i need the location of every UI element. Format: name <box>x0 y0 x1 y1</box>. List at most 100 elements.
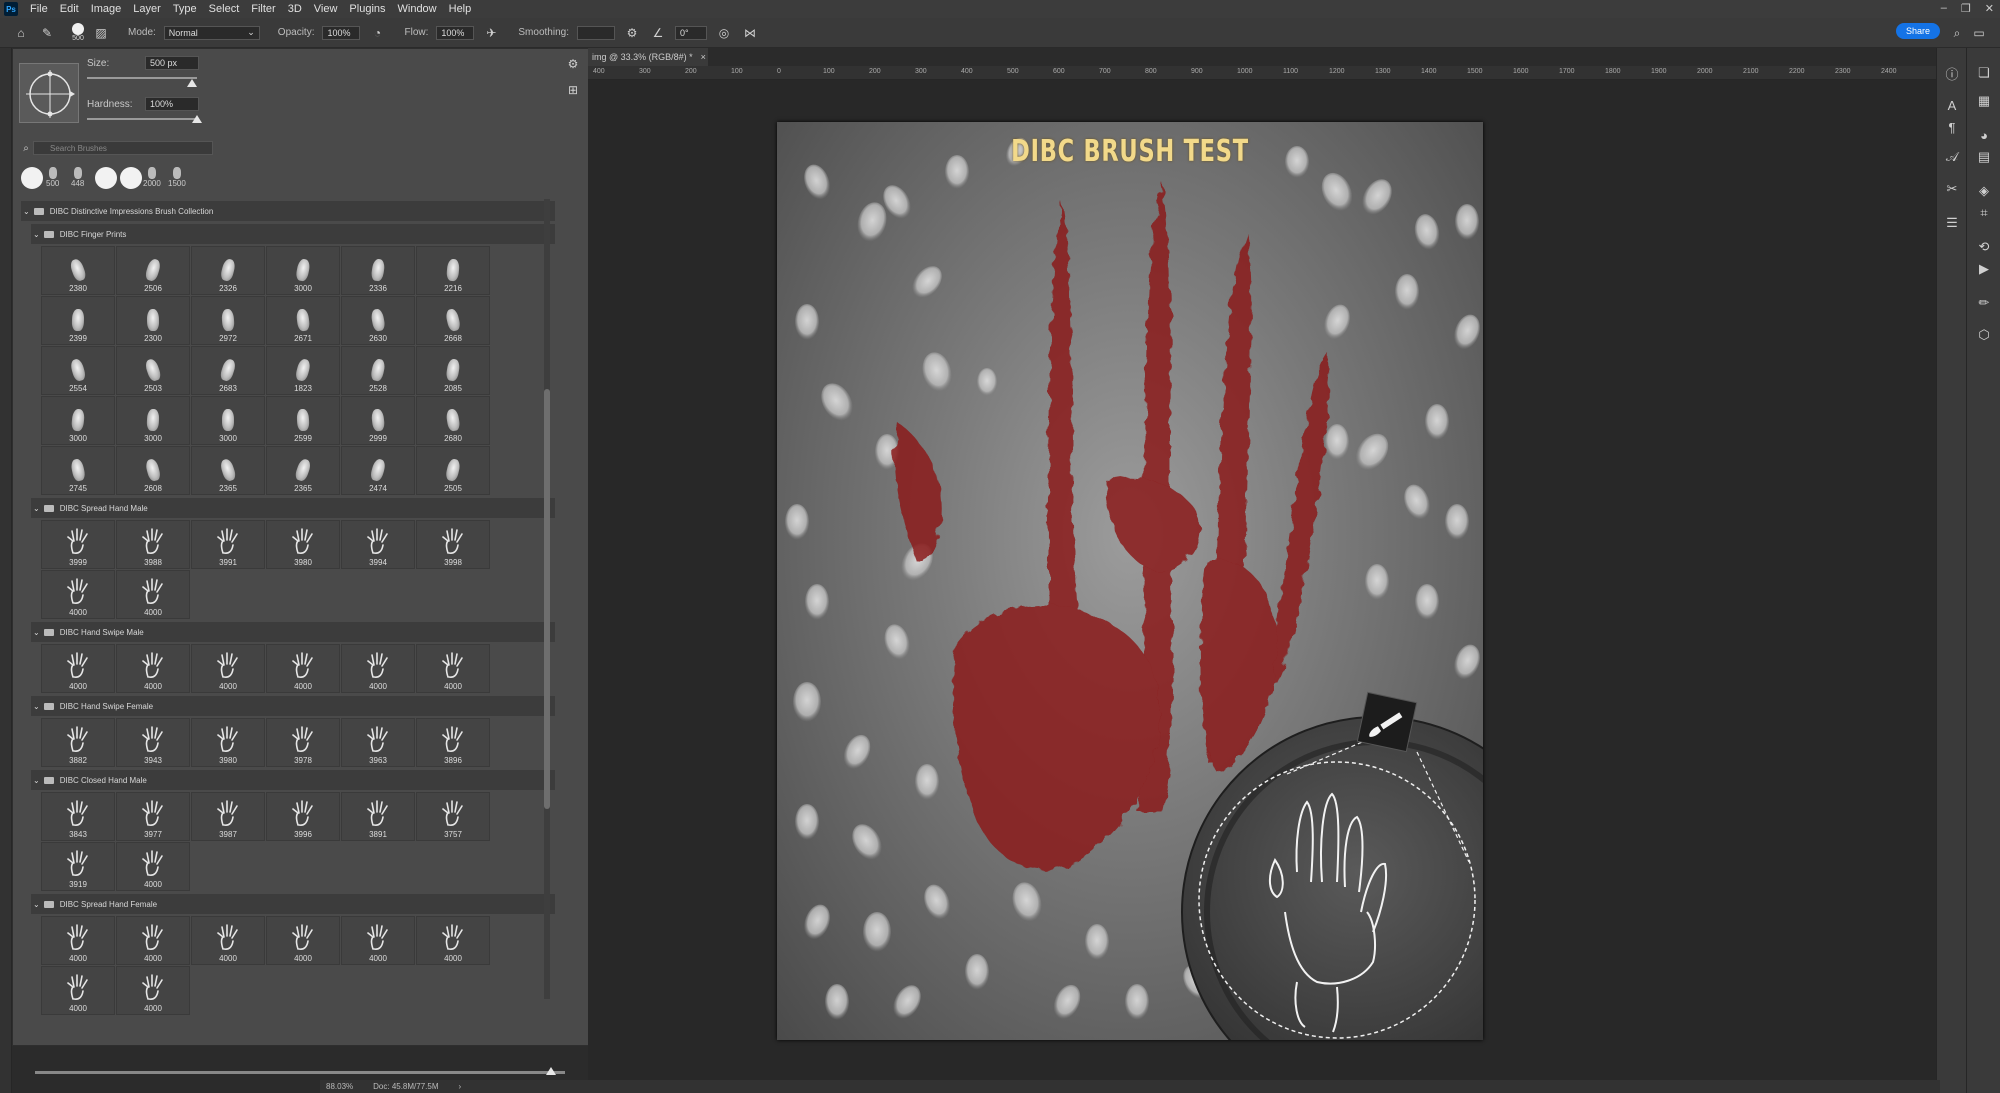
brush-preset[interactable]: 2399 <box>41 296 115 345</box>
brush-preset[interactable]: 2365 <box>266 446 340 495</box>
preview-size-handle[interactable] <box>546 1067 556 1075</box>
brush-preset[interactable]: 4000 <box>266 644 340 693</box>
brush-preset[interactable]: 4000 <box>116 644 190 693</box>
brush-preset[interactable]: 3963 <box>341 718 415 767</box>
mode-select[interactable]: Normal ⌄ <box>163 25 260 40</box>
collection-header[interactable]: ⌄ DIBC Distinctive Impressions Brush Col… <box>21 201 555 221</box>
brush-preset[interactable]: 2085 <box>416 346 490 395</box>
brush-preset[interactable]: 3843 <box>41 792 115 841</box>
brush-preset[interactable]: 3896 <box>416 718 490 767</box>
menu-window[interactable]: Window <box>392 3 443 15</box>
brush-group-header[interactable]: ⌄ DIBC Hand Swipe Female <box>31 696 555 716</box>
brush-preset[interactable]: 2972 <box>191 296 265 345</box>
swatches-icon[interactable]: ▦ <box>1975 92 1993 110</box>
brush-preset[interactable]: 4000 <box>116 570 190 619</box>
new-preset-icon[interactable]: ⊞ <box>564 81 582 99</box>
brush-preset[interactable]: 2505 <box>416 446 490 495</box>
brush-preset[interactable]: 4000 <box>341 644 415 693</box>
brush-preset[interactable]: 4000 <box>416 644 490 693</box>
brush-preset[interactable]: 3994 <box>341 520 415 569</box>
brush-preset[interactable]: 2680 <box>416 396 490 445</box>
brush-preset[interactable]: 4000 <box>41 644 115 693</box>
brush-preset[interactable]: 3999 <box>41 520 115 569</box>
brush-preset[interactable]: 4000 <box>41 966 115 1015</box>
airbrush-icon[interactable]: ✈ <box>482 24 500 42</box>
brush-preset[interactable]: 3988 <box>116 520 190 569</box>
history-icon[interactable]: ⟲ <box>1975 238 1993 256</box>
brush-preset[interactable]: 4000 <box>191 644 265 693</box>
brush-preset[interactable]: 3980 <box>191 718 265 767</box>
brush-preset-picker[interactable]: 500 <box>72 23 84 42</box>
brush-preset[interactable]: 4000 <box>116 842 190 891</box>
glyphs-icon[interactable]: 𝒜 <box>1943 148 1961 166</box>
brushes-icon[interactable]: ✏ <box>1975 294 1993 312</box>
hardness-slider[interactable] <box>87 118 197 120</box>
paths-icon[interactable]: ⌗ <box>1975 204 1993 222</box>
workspace-icon[interactable]: ▭ <box>1970 24 1988 42</box>
home-icon[interactable]: ⌂ <box>12 24 30 42</box>
recent-brush[interactable]: 1500 <box>168 167 186 188</box>
tools-icon[interactable]: ✂ <box>1943 180 1961 198</box>
brush-preset[interactable]: 3980 <box>266 520 340 569</box>
menu-help[interactable]: Help <box>443 3 478 15</box>
panel-scrollbar[interactable] <box>544 199 550 999</box>
brush-group-header[interactable]: ⌄ DIBC Spread Hand Female <box>31 894 555 914</box>
brush-preset[interactable]: 3987 <box>191 792 265 841</box>
brush-settings-toggle-icon[interactable]: ▨ <box>92 24 110 42</box>
menu-filter[interactable]: Filter <box>245 3 281 15</box>
size-field[interactable]: 500 px <box>145 56 199 70</box>
brush-preset[interactable]: 2326 <box>191 246 265 295</box>
smoothing-field[interactable] <box>576 25 615 40</box>
chevron-right-icon[interactable]: › <box>459 1082 462 1091</box>
angle-field[interactable]: 0° <box>674 25 707 40</box>
recent-brush[interactable] <box>120 167 142 189</box>
brush-preset[interactable]: 1823 <box>266 346 340 395</box>
brush-preset[interactable]: 3882 <box>41 718 115 767</box>
brush-preset[interactable]: 2528 <box>341 346 415 395</box>
brush-preset[interactable]: 2999 <box>341 396 415 445</box>
flow-field[interactable]: 100% <box>436 25 475 40</box>
layers-icon[interactable]: ❏ <box>1975 64 1993 82</box>
brush-preset[interactable]: 2554 <box>41 346 115 395</box>
preview-size-slider[interactable] <box>35 1071 565 1074</box>
brush-preset[interactable]: 4000 <box>116 916 190 965</box>
brush-group-header[interactable]: ⌄ DIBC Hand Swipe Male <box>31 622 555 642</box>
panel-gear-icon[interactable]: ⚙ <box>564 55 582 73</box>
brush-preset[interactable]: 3943 <box>116 718 190 767</box>
3d-icon[interactable]: ⬡ <box>1975 326 1993 344</box>
restore-icon[interactable]: ❐ <box>1961 2 1971 15</box>
channels-icon[interactable]: ◈ <box>1975 182 1993 200</box>
recent-brush[interactable]: 500 <box>46 167 59 188</box>
brush-preset[interactable]: 3991 <box>191 520 265 569</box>
brush-preset[interactable]: 2474 <box>341 446 415 495</box>
size-slider-handle[interactable] <box>186 79 197 87</box>
brush-preset[interactable]: 3998 <box>416 520 490 569</box>
actions-icon[interactable]: ▶ <box>1975 260 1993 278</box>
brush-preset[interactable]: 3977 <box>116 792 190 841</box>
recent-brush[interactable]: 2000 <box>143 167 161 188</box>
adjustments-icon[interactable]: ☰ <box>1943 214 1961 232</box>
brush-preset[interactable]: 4000 <box>341 916 415 965</box>
close-tab-icon[interactable]: × <box>701 52 706 62</box>
brush-preset[interactable]: 3891 <box>341 792 415 841</box>
brush-preset[interactable]: 3000 <box>116 396 190 445</box>
brush-preset[interactable]: 2608 <box>116 446 190 495</box>
brush-preset[interactable]: 2599 <box>266 396 340 445</box>
brush-preset[interactable]: 3000 <box>41 396 115 445</box>
menu-type[interactable]: Type <box>167 3 203 15</box>
size-slider[interactable] <box>87 77 197 79</box>
brush-group-header[interactable]: ⌄ DIBC Finger Prints <box>31 224 555 244</box>
brush-preset[interactable]: 3996 <box>266 792 340 841</box>
search-brushes-input[interactable]: Search Brushes <box>33 141 213 155</box>
recent-brush[interactable]: 448 <box>71 167 84 188</box>
brush-preset[interactable]: 4000 <box>41 570 115 619</box>
opacity-field[interactable]: 100% <box>322 25 361 40</box>
brush-group-header[interactable]: ⌄ DIBC Closed Hand Male <box>31 770 555 790</box>
brush-preset[interactable]: 3757 <box>416 792 490 841</box>
character-icon[interactable]: A <box>1943 96 1961 114</box>
brush-preset[interactable]: 2745 <box>41 446 115 495</box>
close-icon[interactable]: ✕ <box>1985 2 1994 15</box>
brush-group-header[interactable]: ⌄ DIBC Spread Hand Male <box>31 498 555 518</box>
search-icon[interactable]: ⌕ <box>1948 24 1966 42</box>
brush-preset[interactable]: 3978 <box>266 718 340 767</box>
